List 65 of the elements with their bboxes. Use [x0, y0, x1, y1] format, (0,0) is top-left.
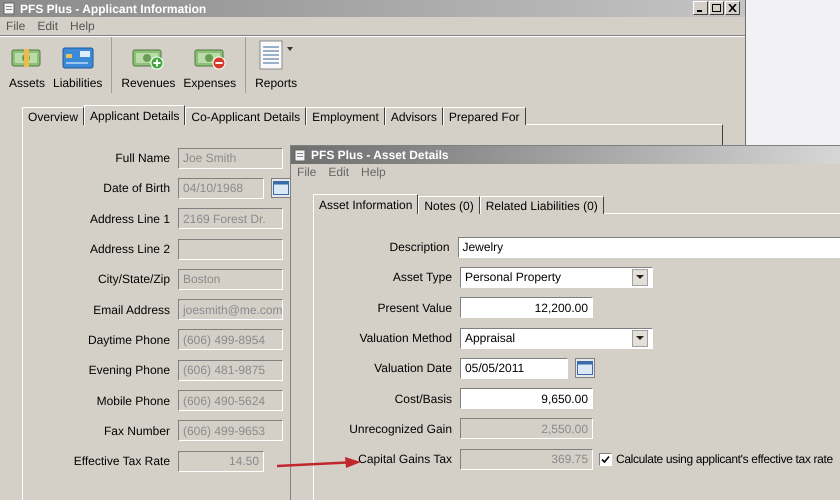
input-field[interactable]: 12,200.00	[460, 297, 593, 318]
calendar-icon	[577, 361, 593, 376]
toolbar-button[interactable]: Revenues	[118, 38, 178, 92]
menu-item[interactable]: Edit	[328, 162, 350, 180]
close-icon	[728, 4, 737, 12]
field-label: Full Name	[114, 150, 171, 168]
input-field[interactable]: Jewelry	[458, 236, 840, 258]
field-label: Present Value	[376, 300, 453, 317]
field-label: Fax Number	[102, 422, 171, 440]
field-label: Effective Tax Rate	[72, 453, 171, 470]
field-label: Address Line 2	[88, 241, 171, 258]
calendar-button[interactable]	[575, 358, 595, 378]
field-label: Mobile Phone	[96, 392, 171, 410]
toolbar-button[interactable]: Reports	[252, 38, 300, 92]
window-title: PFS Plus - Applicant Information	[20, 0, 206, 18]
app-icon	[3, 2, 16, 15]
tab[interactable]: Applicant Details	[84, 105, 186, 125]
tab[interactable]: Notes (0)	[418, 196, 480, 214]
menu-item[interactable]: Help	[361, 162, 386, 180]
toolbar-button[interactable]: Liabilities	[50, 38, 106, 92]
tab[interactable]: Co-Applicant Details	[185, 107, 306, 125]
dropdown-arrow-icon	[636, 336, 644, 340]
field-label: Email Address	[92, 302, 171, 319]
field-label: Evening Phone	[88, 362, 171, 380]
tab[interactable]: Employment	[306, 107, 385, 125]
calendar-icon	[273, 181, 289, 196]
field-label: Valuation Method	[358, 330, 453, 348]
tab[interactable]: Prepared For	[442, 107, 526, 125]
report-icon	[259, 40, 284, 70]
tab[interactable]: Advisors	[384, 107, 443, 125]
menu-item[interactable]: Help	[70, 17, 95, 35]
close-button[interactable]	[725, 1, 740, 15]
field-label: Asset Type	[392, 269, 453, 286]
minimize-button[interactable]	[693, 1, 708, 15]
field-label: Unrecognized Gain	[348, 420, 453, 438]
dropdown[interactable]: Appraisal	[460, 328, 653, 349]
maximize-button[interactable]	[709, 1, 724, 15]
window-title: PFS Plus - Asset Details	[311, 147, 449, 164]
tab[interactable]: Asset Information	[313, 194, 418, 214]
field-label: Capital Gains Tax	[357, 451, 453, 468]
tab[interactable]: Overview	[22, 107, 84, 125]
tab[interactable]: Related Liabilities (0)	[480, 196, 604, 214]
field-label: Address Line 1	[88, 210, 171, 228]
checkbox[interactable]	[599, 452, 612, 466]
toolbar-button[interactable]: Expenses	[180, 38, 240, 92]
menu-item[interactable]: File	[6, 17, 26, 35]
menu-item[interactable]: File	[297, 162, 316, 180]
field-label: Valuation Date	[373, 360, 453, 378]
maximize-icon	[712, 4, 721, 12]
menu-item[interactable]: Edit	[37, 17, 58, 35]
caret-icon	[287, 47, 294, 51]
check-icon	[601, 454, 610, 464]
checkbox-label: Calculate using applicant's effective tax rate	[616, 451, 833, 468]
field-label: City/State/Zip	[96, 271, 171, 288]
field-label: Cost/Basis	[394, 390, 453, 408]
dropdown[interactable]: Personal Property	[460, 266, 653, 288]
field-label: Daytime Phone	[86, 332, 171, 349]
field-label: Date of Birth	[102, 180, 171, 198]
field-label: Description	[388, 239, 450, 256]
calendar-button[interactable]	[271, 178, 291, 198]
input-field[interactable]: 9,650.00	[460, 388, 593, 410]
dropdown-arrow-icon	[636, 275, 644, 280]
toolbar-button[interactable]: Assets	[6, 38, 48, 92]
input-field[interactable]: 05/05/2011	[460, 358, 568, 379]
app-icon	[294, 148, 307, 162]
